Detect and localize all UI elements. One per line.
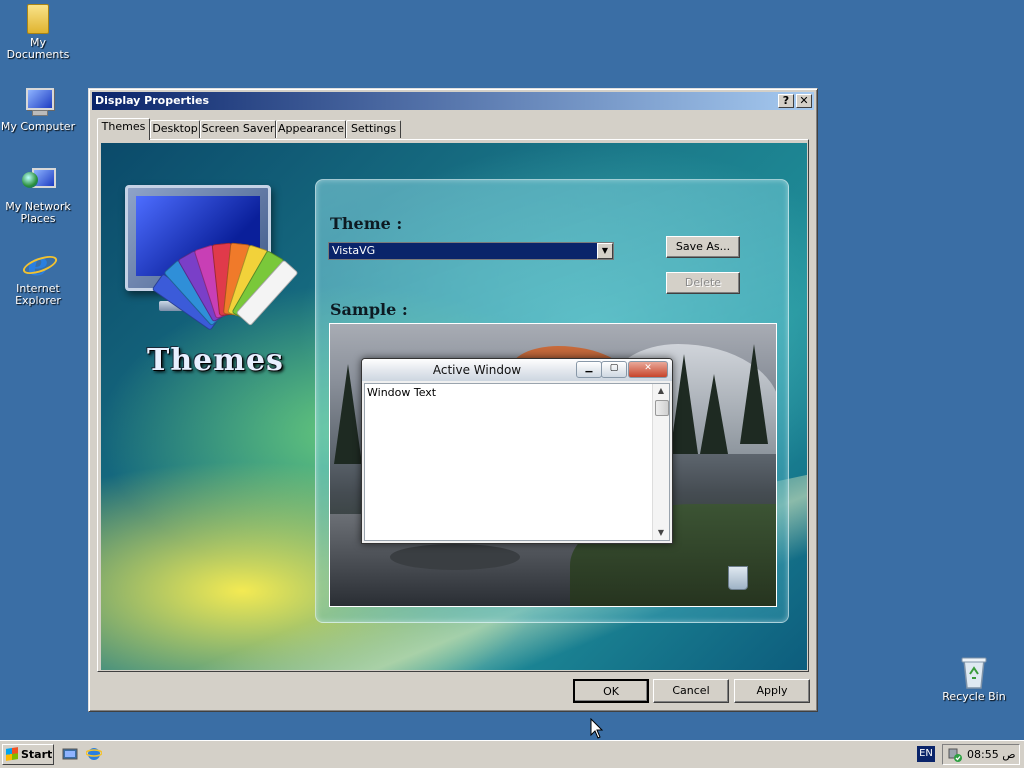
desktop-icon-label: Internet Explorer [15, 282, 61, 307]
desktop-icon-label: My Documents [6, 36, 70, 61]
tab-appearance[interactable]: Appearance [276, 120, 346, 138]
desktop-icon-my-network-places[interactable]: My Network Places [0, 166, 76, 225]
desktop-icon-internet-explorer[interactable]: e Internet Explorer [0, 248, 76, 307]
desktop-icon-label: My Network Places [5, 200, 71, 225]
themes-tab-panel: Themes Theme : VistaVG ▼ Save As... Dele… [97, 139, 809, 672]
tab-desktop[interactable]: Desktop [150, 120, 200, 138]
themes-panel-background: Themes Theme : VistaVG ▼ Save As... Dele… [101, 143, 807, 670]
network-status-icon[interactable] [947, 747, 963, 763]
mouse-cursor-icon [590, 718, 604, 739]
start-button[interactable]: Start [2, 744, 54, 765]
ok-button[interactable]: OK [573, 679, 649, 703]
computer-icon [22, 86, 54, 118]
theme-sample-preview: Active Window ▁ ▢ ✕ Window Text ▲ ▼ [329, 323, 777, 607]
display-properties-dialog: Display Properties ? ✕ Themes Desktop Sc… [88, 88, 818, 712]
ie-quicklaunch-icon[interactable] [85, 746, 103, 762]
scroll-down-icon: ▼ [657, 528, 665, 537]
apply-button[interactable]: Apply [734, 679, 810, 703]
clock[interactable]: 08:55 ص [967, 745, 1016, 764]
start-label: Start [21, 748, 53, 761]
themes-logo-text: Themes [147, 343, 284, 378]
ie-icon: e [22, 248, 54, 280]
minimize-icon: ▁ [576, 361, 602, 378]
system-tray: 08:55 ص [942, 744, 1020, 765]
desktop-icon-label: Recycle Bin [942, 690, 1006, 703]
recycle-bin-icon [958, 656, 990, 689]
chevron-down-icon[interactable]: ▼ [597, 243, 613, 259]
theme-label: Theme : [330, 214, 403, 233]
help-button[interactable]: ? [778, 94, 794, 108]
desktop-icon-recycle-bin[interactable]: Recycle Bin [936, 656, 1012, 703]
sample-scrollbar: ▲ ▼ [652, 384, 669, 540]
windows-logo-icon [6, 747, 18, 761]
sample-label: Sample : [330, 300, 408, 319]
scroll-up-icon: ▲ [657, 386, 665, 395]
sample-window-body: Window Text ▲ ▼ [364, 383, 670, 541]
dialog-title: Display Properties [95, 94, 210, 107]
show-desktop-icon[interactable] [62, 746, 78, 762]
folder-icon [27, 4, 49, 34]
maximize-icon: ▢ [601, 361, 627, 378]
theme-select[interactable]: VistaVG ▼ [328, 242, 614, 260]
taskbar: Start 08:55 ص [0, 740, 1024, 768]
desktop-icon-my-computer[interactable]: My Computer [0, 86, 76, 133]
delete-button[interactable]: Delete [666, 272, 740, 294]
tab-screen-saver[interactable]: Screen Saver [200, 120, 276, 138]
scroll-thumb [655, 400, 669, 416]
save-as-button[interactable]: Save As... [666, 236, 740, 258]
close-icon: ✕ [628, 361, 668, 378]
sample-active-window: Active Window ▁ ▢ ✕ Window Text ▲ ▼ [361, 358, 673, 544]
tab-themes[interactable]: Themes [97, 118, 150, 140]
desktop-icon-my-documents[interactable]: My Documents [0, 4, 76, 61]
close-button[interactable]: ✕ [796, 94, 812, 108]
language-indicator[interactable]: EN [917, 746, 935, 762]
cancel-button[interactable]: Cancel [653, 679, 729, 703]
network-icon [22, 166, 56, 198]
theme-select-value: VistaVG [332, 244, 376, 257]
recycle-bin-icon [728, 566, 748, 590]
tab-settings[interactable]: Settings [346, 120, 401, 138]
sample-window-text: Window Text [367, 386, 437, 399]
dialog-titlebar[interactable]: Display Properties ? ✕ [92, 92, 814, 110]
desktop-icon-label: My Computer [0, 120, 76, 133]
theme-glass-panel: Theme : VistaVG ▼ Save As... Delete Samp… [315, 179, 789, 623]
